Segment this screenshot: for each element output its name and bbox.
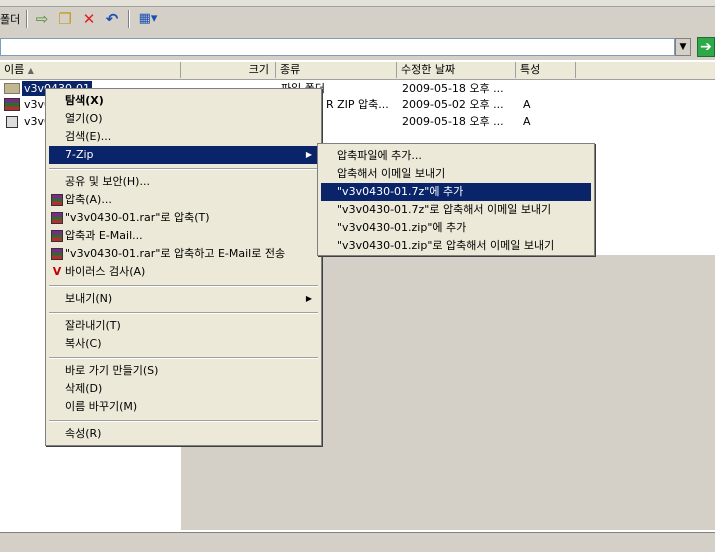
menu-separator [49, 312, 318, 314]
column-attributes-label: 특성 [520, 63, 541, 76]
copy-to-button[interactable]: ❐ [56, 10, 74, 28]
file-attributes: A [523, 115, 531, 128]
menu-item-compress-rar-label: "v3v0430-01.rar"로 압축(T) [65, 211, 210, 224]
menu-item-sharing[interactable]: 공유 및 보안(H)... [49, 173, 318, 191]
column-name-label: 이름 [4, 63, 25, 76]
menu-item-compress-email[interactable]: 압축과 E-Mail... [49, 227, 318, 245]
address-dropdown-button[interactable]: ▼ [675, 38, 691, 56]
submenu-item-add-zip-email[interactable]: "v3v0430-01.zip"로 압축해서 이메일 보내기 [321, 237, 591, 255]
v3-icon: V [52, 265, 62, 278]
toolbar-folders-label[interactable]: 폴더 [0, 11, 20, 27]
copy-to-icon: ❐ [58, 10, 72, 28]
submenu-item-add-zip[interactable]: "v3v0430-01.zip"에 추가 [321, 219, 591, 237]
views-icon: ▦▾ [138, 11, 158, 26]
go-icon: ➔ [700, 39, 712, 55]
menu-item-search[interactable]: 검색(E)... [49, 128, 318, 146]
delete-icon: ✕ [82, 10, 96, 28]
menu-item-compress-rar[interactable]: "v3v0430-01.rar"로 압축(T) [49, 209, 318, 227]
delete-button[interactable]: ✕ [80, 10, 98, 28]
menu-item-rename[interactable]: 이름 바꾸기(M) [49, 398, 318, 416]
submenu-7zip: 압축파일에 추가... 압축해서 이메일 보내기 "v3v0430-01.7z"… [317, 143, 595, 256]
submenu-arrow-icon: ▶ [305, 150, 312, 159]
menu-item-virus-scan[interactable]: V 바이러스 검사(A) [49, 263, 318, 281]
column-modified[interactable]: 수정한 날짜 [397, 62, 516, 78]
menu-strip [0, 0, 715, 7]
rar-archive-icon [51, 194, 63, 206]
menu-item-7zip-label: 7-Zip [65, 148, 94, 161]
menu-separator [49, 168, 318, 170]
menu-item-compress[interactable]: 압축(A)... [49, 191, 318, 209]
menu-item-explore[interactable]: 탐색(X) [49, 92, 318, 110]
menu-separator [49, 285, 318, 287]
views-button[interactable]: ▦▾ [136, 10, 160, 28]
chevron-down-icon: ▼ [679, 42, 687, 52]
toolbar-separator [128, 10, 130, 28]
folder-icon [4, 83, 20, 94]
column-size-label: 크기 [248, 63, 269, 76]
column-type-label: 종류 [280, 63, 301, 76]
menu-item-delete[interactable]: 삭제(D) [49, 380, 318, 398]
column-modified-label: 수정한 날짜 [401, 63, 456, 76]
column-name[interactable]: 이름 ▲ [0, 62, 181, 78]
submenu-item-add-archive[interactable]: 압축파일에 추가... [321, 147, 591, 165]
sort-asc-icon: ▲ [27, 66, 34, 75]
file-modified: 2009-05-02 오후 ... [402, 98, 504, 111]
submenu-item-compress-email[interactable]: 압축해서 이메일 보내기 [321, 165, 591, 183]
submenu-arrow-icon: ▶ [305, 294, 312, 303]
address-input[interactable] [0, 38, 675, 56]
column-type[interactable]: 종류 [276, 62, 397, 78]
file-icon [6, 116, 18, 128]
menu-item-shortcut[interactable]: 바로 가기 만들기(S) [49, 362, 318, 380]
undo-icon: ↶ [105, 10, 119, 28]
status-bar [0, 532, 715, 552]
menu-item-send-to[interactable]: 보내기(N) ▶ [49, 290, 318, 308]
menu-item-properties[interactable]: 속성(R) [49, 425, 318, 443]
menu-item-virus-scan-label: 바이러스 검사(A) [65, 265, 146, 278]
column-header: 이름 ▲ 크기 종류 수정한 날짜 특성 [0, 62, 715, 80]
rar-archive-icon [51, 230, 63, 242]
file-modified: 2009-05-18 오후 ... [402, 82, 504, 95]
file-attributes: A [523, 98, 531, 111]
submenu-item-add-7z-email[interactable]: "v3v0430-01.7z"로 압축해서 이메일 보내기 [321, 201, 591, 219]
file-type: R ZIP 압축... [326, 98, 389, 111]
go-button[interactable]: ➔ [697, 37, 715, 57]
menu-item-compress-email-label: 압축과 E-Mail... [65, 229, 143, 242]
menu-item-copy[interactable]: 복사(C) [49, 335, 318, 353]
submenu-item-add-7z[interactable]: "v3v0430-01.7z"에 추가 [321, 183, 591, 201]
column-attributes[interactable]: 특성 [516, 62, 576, 78]
menu-item-7zip[interactable]: 7-Zip ▶ [49, 146, 318, 164]
move-to-icon: ⇨ [35, 10, 49, 28]
toolbar-separator [26, 10, 28, 28]
menu-item-compress-rar-email-label: "v3v0430-01.rar"로 압축하고 E-Mail로 전송 [65, 247, 286, 260]
toolbar: 폴더 ⇨ ❐ ✕ ↶ ▦▾ [0, 0, 715, 37]
menu-separator [49, 357, 318, 359]
rar-archive-icon [51, 212, 63, 224]
menu-item-cut[interactable]: 잘라내기(T) [49, 317, 318, 335]
rar-archive-icon [51, 248, 63, 260]
file-modified: 2009-05-18 오후 ... [402, 115, 504, 128]
menu-item-compress-label: 압축(A)... [65, 193, 112, 206]
menu-separator [49, 420, 318, 422]
menu-item-send-to-label: 보내기(N) [65, 292, 113, 305]
column-size[interactable]: 크기 [181, 62, 276, 78]
menu-item-open[interactable]: 열기(O) [49, 110, 318, 128]
menu-item-compress-rar-email[interactable]: "v3v0430-01.rar"로 압축하고 E-Mail로 전송 [49, 245, 318, 263]
rar-archive-icon [4, 98, 20, 111]
undo-button[interactable]: ↶ [103, 10, 121, 28]
move-to-button[interactable]: ⇨ [33, 10, 51, 28]
context-menu: 탐색(X) 열기(O) 검색(E)... 7-Zip ▶ 공유 및 보안(H).… [45, 88, 322, 446]
